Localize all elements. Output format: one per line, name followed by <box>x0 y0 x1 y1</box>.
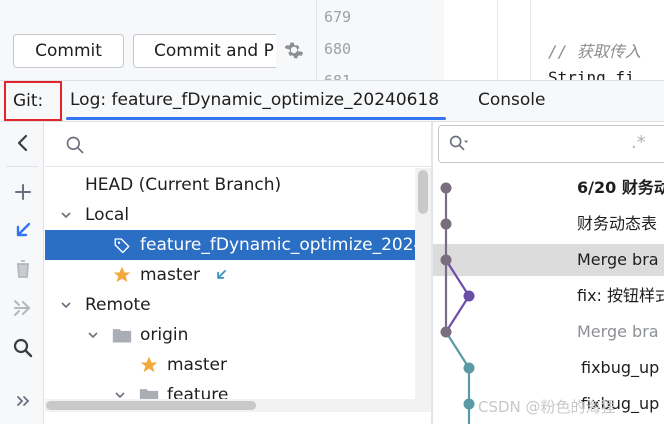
commit-message: Merge bra <box>577 250 659 269</box>
commit-button[interactable]: Commit <box>13 34 124 68</box>
branch-label: HEAD (Current Branch) <box>85 175 282 195</box>
tree-hscroll-thumb[interactable] <box>46 401 256 410</box>
branch-label: master <box>140 265 200 285</box>
tree-item-head[interactable]: HEAD (Current Branch) <box>45 170 415 200</box>
tag-icon <box>114 238 130 254</box>
chevron-left-icon[interactable] <box>11 131 35 155</box>
more-icon[interactable] <box>11 389 35 413</box>
tab-console[interactable]: Console <box>478 90 546 110</box>
indent-guide <box>497 0 498 80</box>
branch-tree: HEAD (Current Branch) Local feature_fDyn… <box>45 168 415 424</box>
commit-message: fix: 按钮样式 <box>577 286 664 305</box>
branch-search-field[interactable] <box>45 123 431 167</box>
trash-icon[interactable] <box>11 257 35 281</box>
checkout-arrow-icon[interactable] <box>11 218 35 242</box>
commit-search-field[interactable]: .* <box>438 125 664 163</box>
gear-icon[interactable] <box>283 39 305 61</box>
commit-node <box>440 218 452 230</box>
commit-node <box>463 362 475 374</box>
indent-guide <box>530 0 531 80</box>
chevron-down-icon[interactable] <box>87 329 99 341</box>
branch-label: Local <box>85 205 130 225</box>
search-history-icon[interactable] <box>448 134 470 154</box>
git-tool-window-label: Git: <box>4 81 62 121</box>
commit-and-push-button[interactable]: Commit and P <box>133 34 276 68</box>
watermark: CSDN @粉色的海狸 <box>478 398 616 416</box>
commit-message: Merge bra <box>577 322 659 341</box>
regex-toggle[interactable]: .* <box>631 132 646 153</box>
line-number: 680 <box>324 40 352 58</box>
tree-scroll-thumb[interactable] <box>418 170 428 214</box>
toolbar-separator <box>6 166 38 167</box>
code-comment: // 获取传入 <box>548 42 641 61</box>
branch-label: origin <box>140 325 189 345</box>
branch-label: Remote <box>85 295 151 315</box>
tab-log[interactable]: Log: feature_fDynamic_optimize_20240618 <box>70 90 439 110</box>
commit-node <box>463 290 475 302</box>
commit-message: 6/20 财务动 <box>577 178 664 197</box>
branch-label: feature_fDynamic_optimize_20240618 <box>140 235 415 255</box>
merge-icon[interactable] <box>11 296 35 320</box>
commit-node <box>440 254 452 266</box>
tree-item-local[interactable]: Local <box>45 200 415 230</box>
tracking-arrow-icon <box>217 270 226 279</box>
active-tab-indicator <box>66 117 446 120</box>
chevron-down-icon[interactable] <box>60 299 72 311</box>
commit-message: 财务动态表 <box>577 214 658 233</box>
search-icon <box>66 136 84 154</box>
commit-node <box>440 326 452 338</box>
commit-message: fixbug_up <box>581 358 660 377</box>
star-icon <box>113 266 131 283</box>
search-icon[interactable] <box>11 336 35 360</box>
plus-icon[interactable] <box>11 180 35 204</box>
tree-item-remote[interactable]: Remote <box>45 290 415 320</box>
commit-node <box>463 398 475 410</box>
branch-label: master <box>167 355 227 375</box>
tree-item-feature-branch[interactable]: feature_fDynamic_optimize_20240618 <box>45 230 415 260</box>
tree-item-master[interactable]: master <box>45 260 415 290</box>
star-icon <box>140 356 158 373</box>
tree-item-origin-master[interactable]: master <box>45 350 415 380</box>
chevron-down-icon[interactable] <box>60 209 72 221</box>
tree-item-origin[interactable]: origin <box>45 320 415 350</box>
line-number: 679 <box>324 8 352 26</box>
commit-node <box>440 182 452 194</box>
folder-icon <box>112 329 132 343</box>
commit-graph <box>440 182 475 424</box>
